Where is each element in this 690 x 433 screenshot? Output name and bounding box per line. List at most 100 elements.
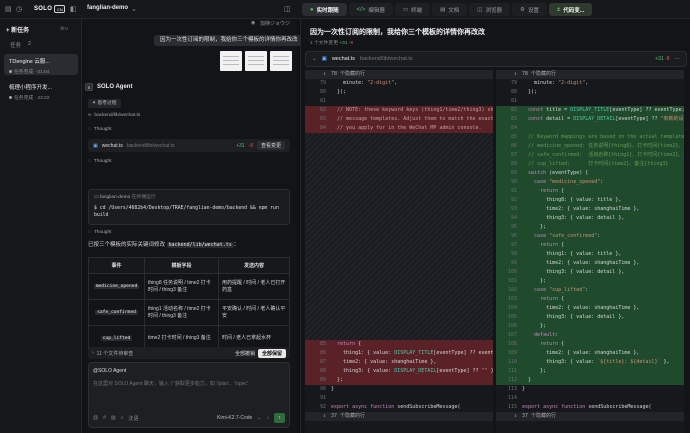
thought-icon: ◌: [88, 159, 91, 164]
attachment-thumbnail[interactable]: [220, 51, 242, 71]
chat-input[interactable]: [93, 380, 283, 392]
thinking-toggle[interactable]: ✦ 思考过程: [88, 99, 121, 108]
user-badge: 加持ジョウジ: [260, 21, 291, 27]
tab-terminal[interactable]: ▭ 终端: [394, 3, 431, 16]
attachment-thumbnail[interactable]: [245, 51, 267, 71]
accept-all-button[interactable]: 全部保留: [257, 348, 286, 358]
view-changes-button[interactable]: 查看变更: [256, 141, 285, 150]
tab-browser[interactable]: ◫ 浏览器: [469, 3, 510, 16]
thought-toggle[interactable]: ◌ Thought: [88, 230, 111, 235]
added-code-line: 112 }: [496, 376, 684, 385]
input-toolbar: @ # ▨ ⌕ 沈语 Kimi-K2.7-Code ⌄ ♪ ↑: [93, 413, 285, 423]
file-edit-card[interactable]: ▣ wechat.ts backend/lib/wechat.ts +31 -8…: [88, 139, 290, 152]
chat-input-box: @SOLO Agent @ # ▨ ⌕ 沈语 Kimi-K2.7-Code ⌄ …: [88, 362, 290, 428]
deleted-code-line: 87 time2: { value: shanghaiTime },: [305, 358, 493, 367]
sidebar-toggle-icon[interactable]: ▤: [5, 5, 12, 14]
tab-live-follow[interactable]: ● 实时跟随: [302, 3, 347, 16]
image-icon[interactable]: ▨: [111, 415, 116, 421]
tab-code-changes[interactable]: ± 代码变...: [548, 3, 593, 16]
browser-icon: ◫: [477, 6, 483, 13]
lines-added: +31: [339, 41, 348, 46]
live-dot-icon: ●: [310, 6, 314, 13]
hidden-lines-toggle[interactable]: ⇕ 37 个隐藏的行: [496, 412, 684, 421]
code-icon: </>: [356, 6, 366, 13]
tab-label: 浏览器: [485, 7, 502, 14]
app-window: ▤ ◷ SOLO CN ◧ fanglian-demo ⌄ ◫ ● 实时跟随 </…: [0, 0, 690, 433]
lines-added: +31: [236, 142, 245, 149]
added-code-line: 95 };: [496, 223, 684, 232]
added-code-line: 107 default:: [496, 331, 684, 340]
collapse-icon[interactable]: ⌄: [312, 56, 317, 62]
code-line: 92 export async function sendSubscribeMes…: [319, 404, 461, 410]
added-code-line: 94 thing3: { value: detail },: [496, 214, 684, 223]
hash-icon[interactable]: #: [103, 415, 106, 421]
terminal-title: ▭ fanglian-demo 在终端运行: [94, 193, 156, 200]
task-item[interactable]: 梳理小程序开发... 任务完成 · 23:22: [4, 80, 78, 101]
titlebar: ▤ ◷ SOLO CN ◧ fanglian-demo ⌄ ◫ ● 实时跟随 </…: [0, 0, 690, 19]
mode-selector[interactable]: 沈语: [128, 415, 138, 422]
attachment-thumbnail[interactable]: [270, 51, 292, 71]
paperclip-icon[interactable]: ⌕: [121, 415, 124, 421]
added-code-line: 102 case "cup_lifted":: [496, 286, 684, 295]
added-code-line: 87 // safe_confirmed: 活动名称{thing1}、打卡时间{…: [496, 151, 684, 160]
project-name[interactable]: fanglian-demo: [87, 5, 128, 11]
event-key: safe_confirmed: [95, 309, 138, 315]
table-header: 模板字段: [144, 257, 219, 274]
terminal-card[interactable]: ▭ fanglian-demo 在终端运行 $ cd /Users/4682b4…: [88, 189, 290, 225]
expand-icon[interactable]: ›: [92, 350, 94, 356]
added-code-line: 88 // cup_lifted: 打卡时间{time2}、备注{thing3}: [496, 160, 684, 169]
task-status: 任务完成 · 01:04: [14, 70, 50, 75]
tab-docs[interactable]: ▤ 文档: [432, 3, 468, 16]
tab-label: 实时跟随: [316, 7, 339, 14]
agent-name: SOLO Agent: [97, 84, 133, 90]
added-code-line: 98 thing1: { value: title },: [496, 250, 684, 259]
layout-icon[interactable]: ◧: [70, 5, 77, 14]
file-reference-path: backend/lib/wechat.ts: [94, 113, 141, 118]
pending-count: 11 个文件待审查: [96, 350, 134, 357]
tab-label: 终端: [411, 7, 423, 14]
added-code-line: 82 const title = DISPLAY_TITLE[eventType…: [496, 106, 684, 115]
thought-toggle[interactable]: ◌ Thought: [88, 127, 111, 132]
lines-removed: -8: [248, 142, 253, 149]
diff-file-header[interactable]: ⌄ ▣ wechat.ts backend/lib/wechat.ts +31 …: [305, 51, 687, 67]
file-reference[interactable]: ∞ backend/lib/wechat.ts: [88, 113, 140, 118]
more-icon[interactable]: ⋯: [675, 56, 681, 62]
code-line: 79 minute: "2-digit",: [319, 80, 398, 86]
split-view-icon[interactable]: ◫: [284, 5, 291, 14]
mention-icon[interactable]: @: [93, 415, 98, 421]
chevron-down-icon[interactable]: ⌄: [257, 415, 261, 421]
hidden-lines-toggle[interactable]: ⇕ 37 个隐藏的行: [305, 412, 493, 421]
diff-original-pane: ⇕ 78 个隐藏的行 79 minute: "2-digit", 80 }); 81 82…: [305, 70, 493, 433]
agent-mention[interactable]: @SOLO Agent: [93, 368, 126, 374]
new-task-button[interactable]: + 新任务: [6, 25, 29, 34]
added-code-line: 99 time2: { value: shanghaiTime },: [496, 259, 684, 268]
model-selector[interactable]: Kimi-K2.7-Code: [217, 415, 252, 421]
tab-label: 设置: [527, 7, 539, 14]
brand-logo: SOLO CN: [34, 5, 66, 13]
tab-editor[interactable]: </> 编辑器: [348, 3, 393, 16]
tasks-count: 2: [28, 41, 32, 47]
task-title: TDengine 云服...: [9, 59, 50, 65]
history-icon[interactable]: ◷: [16, 5, 22, 14]
send-button[interactable]: ↑: [274, 413, 285, 423]
deleted-code-line: 89 };: [305, 376, 493, 385]
attachments: [220, 51, 292, 71]
voice-icon[interactable]: ♪: [267, 415, 270, 421]
thought-toggle[interactable]: ◌ Thought: [88, 159, 111, 164]
thought-label: Thought: [93, 127, 112, 132]
added-code-line: 90 case "medicine_opened":: [496, 178, 684, 187]
chevron-down-icon[interactable]: ⌄: [131, 5, 137, 14]
template-table: 事件 模板字段 发送内容 medicine_opened thing8 任务说明…: [88, 257, 290, 352]
deleted-code-line: 88 thing3: { value: DISPLAY_DETAIL[event…: [305, 367, 493, 376]
hidden-lines-toggle[interactable]: ⇕ 78 个隐藏的行: [305, 70, 493, 79]
review-title: 因为一次性订阅的限制，我给你三个模板的详情你再改改: [310, 29, 485, 36]
hidden-lines-toggle[interactable]: ⇕ 78 个隐藏的行: [496, 70, 684, 79]
code-line: 91: [319, 395, 326, 401]
task-item[interactable]: TDengine 云服... 任务完成 · 01:04: [4, 54, 78, 75]
reject-all-button[interactable]: 全部撤销: [235, 350, 255, 357]
tab-settings[interactable]: ⚙ 设置: [512, 3, 547, 16]
deleted-code-line: 83 // message templates. Adjust them to …: [305, 115, 493, 124]
added-code-line: 85 // Keyword mappings are based on the …: [496, 133, 684, 142]
added-code-line: 83 const detail = DISPLAY_DETAIL[eventTy…: [496, 115, 684, 124]
table-header: 发送内容: [218, 257, 290, 274]
